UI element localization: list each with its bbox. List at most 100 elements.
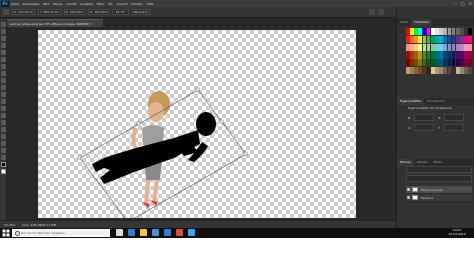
- color-swatch[interactable]: [414, 28, 418, 36]
- cancel-icon[interactable]: [369, 9, 375, 15]
- color-swatch[interactable]: [468, 59, 472, 67]
- tab-farbfelder[interactable]: Farbfelder: [411, 19, 433, 26]
- color-swatch[interactable]: [410, 66, 414, 74]
- color-swatch[interactable]: [410, 43, 414, 51]
- color-swatch[interactable]: [435, 28, 439, 36]
- color-swatch[interactable]: [455, 59, 460, 67]
- color-swatch[interactable]: [426, 66, 431, 74]
- menu-item-datei[interactable]: Datei: [11, 2, 19, 6]
- color-swatch[interactable]: [410, 28, 414, 36]
- color-swatch[interactable]: [435, 43, 439, 51]
- history-brush-tool-icon[interactable]: [0, 85, 6, 90]
- color-swatch[interactable]: [430, 28, 435, 36]
- hand-tool-icon[interactable]: [0, 148, 6, 153]
- foreground-color-swatch[interactable]: [0, 162, 6, 167]
- pen-tool-icon[interactable]: [0, 120, 6, 125]
- color-swatch[interactable]: [439, 28, 443, 36]
- type-tool-icon[interactable]: [0, 127, 6, 132]
- store-icon[interactable]: [152, 229, 159, 236]
- chrome-icon[interactable]: [176, 229, 183, 236]
- color-swatch[interactable]: [451, 59, 456, 67]
- taskbar-search-input[interactable]: Zur Suche Text hier eingeben: [12, 229, 110, 237]
- color-swatch[interactable]: [422, 51, 427, 59]
- color-swatch[interactable]: [439, 43, 443, 51]
- color-swatch[interactable]: [426, 59, 431, 67]
- color-swatch[interactable]: [422, 28, 427, 36]
- zoom-tool-icon[interactable]: [0, 155, 6, 160]
- tab-farbe[interactable]: Farbe: [397, 19, 411, 26]
- zoom-level[interactable]: 33,33%: [4, 223, 15, 227]
- menu-item-bearbeiten[interactable]: Bearbeiten: [23, 2, 39, 6]
- color-swatch[interactable]: [414, 35, 418, 43]
- color-swatch[interactable]: [406, 66, 410, 74]
- color-swatch[interactable]: [447, 66, 452, 74]
- color-swatch[interactable]: [468, 35, 472, 43]
- color-swatch[interactable]: [443, 59, 448, 67]
- color-swatch[interactable]: [460, 43, 464, 51]
- color-swatch[interactable]: [447, 28, 452, 36]
- color-swatch[interactable]: [430, 51, 435, 59]
- color-swatch[interactable]: [439, 59, 443, 67]
- color-swatch[interactable]: [443, 35, 448, 43]
- color-swatch[interactable]: [451, 43, 456, 51]
- background-color-swatch[interactable]: [0, 169, 6, 174]
- color-swatch[interactable]: [418, 28, 423, 36]
- close-button[interactable]: ✕: [469, 0, 472, 7]
- taskbar-clock[interactable]: 10:01 15.03.2019: [448, 228, 466, 236]
- color-swatch[interactable]: [468, 66, 472, 74]
- menu-item-ebene[interactable]: Ebene: [53, 2, 62, 6]
- color-swatch[interactable]: [464, 66, 468, 74]
- menu-item-3d[interactable]: 3D: [108, 2, 112, 6]
- color-swatch[interactable]: [447, 43, 452, 51]
- document-canvas[interactable]: [38, 30, 356, 223]
- marquee-tool-icon[interactable]: [0, 29, 6, 34]
- color-swatch[interactable]: [430, 59, 435, 67]
- color-swatch[interactable]: [443, 43, 448, 51]
- color-swatch[interactable]: [468, 43, 472, 51]
- color-swatch[interactable]: [406, 35, 410, 43]
- interpolation-select[interactable]: Bikubisch: [131, 9, 150, 15]
- y-field[interactable]: Y: 385,50 Px: [38, 9, 61, 15]
- color-swatch[interactable]: [468, 28, 472, 36]
- color-swatch[interactable]: [443, 66, 448, 74]
- visibility-eye-icon[interactable]: [407, 188, 410, 191]
- color-swatch[interactable]: [439, 66, 443, 74]
- task-view-icon[interactable]: [116, 229, 123, 236]
- eyedropper-tool-icon[interactable]: [0, 57, 6, 62]
- color-swatch[interactable]: [451, 28, 456, 36]
- color-swatch[interactable]: [455, 43, 460, 51]
- color-swatch[interactable]: [430, 66, 435, 74]
- color-swatch[interactable]: [447, 59, 452, 67]
- color-swatch[interactable]: [435, 51, 439, 59]
- color-swatch[interactable]: [468, 51, 472, 59]
- width-field[interactable]: B: 100,00%: [63, 9, 85, 15]
- color-swatch[interactable]: [426, 35, 431, 43]
- color-swatch[interactable]: [422, 43, 427, 51]
- color-swatch[interactable]: [460, 51, 464, 59]
- color-swatch[interactable]: [414, 66, 418, 74]
- menu-item-schrift[interactable]: Schrift: [67, 2, 77, 6]
- check-icon[interactable]: [378, 9, 384, 15]
- color-swatch[interactable]: [464, 35, 468, 43]
- color-swatch[interactable]: [460, 59, 464, 67]
- color-swatch[interactable]: [451, 51, 456, 59]
- color-swatch[interactable]: [435, 35, 439, 43]
- height-field[interactable]: H: 100,00%: [87, 9, 110, 15]
- color-swatch[interactable]: [455, 51, 460, 59]
- color-swatch[interactable]: [443, 28, 448, 36]
- windows-start-icon[interactable]: [2, 229, 10, 237]
- photoshop-icon[interactable]: [188, 229, 195, 236]
- color-swatch[interactable]: [430, 43, 435, 51]
- blend-mode-select[interactable]: [406, 175, 472, 182]
- menu-item-auswahl[interactable]: Auswahl: [80, 2, 93, 6]
- color-swatch[interactable]: [464, 43, 468, 51]
- color-swatch[interactable]: [443, 51, 448, 59]
- color-swatch[interactable]: [451, 35, 456, 43]
- color-swatch[interactable]: [422, 59, 427, 67]
- menu-item-hilfe[interactable]: Hilfe: [147, 2, 154, 6]
- menu-item-filter[interactable]: Filter: [97, 2, 104, 6]
- rotation-field[interactable]: -32,78 °: [112, 9, 129, 15]
- edge-icon[interactable]: [128, 229, 135, 236]
- color-swatch[interactable]: [410, 59, 414, 67]
- color-swatch[interactable]: [435, 59, 439, 67]
